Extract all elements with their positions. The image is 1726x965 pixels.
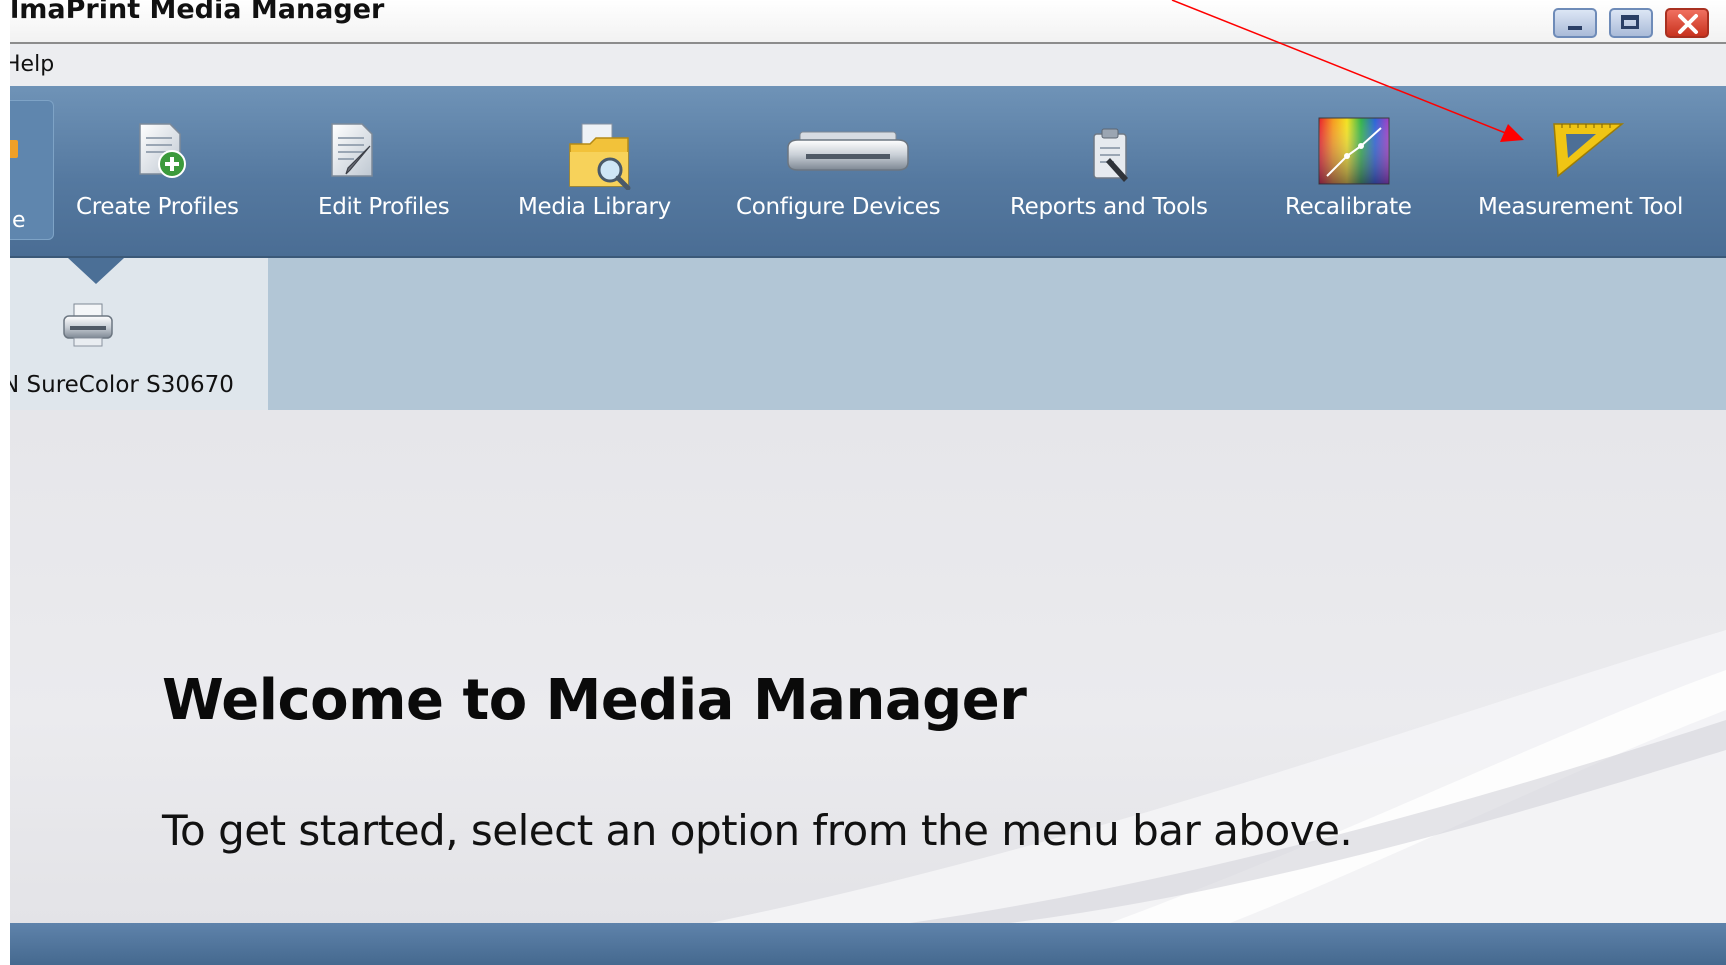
device-label: N SureColor S30670: [10, 372, 234, 398]
close-icon: [1678, 14, 1698, 34]
close-button[interactable]: [1665, 8, 1709, 38]
toolbar-configure-devices-label: Configure Devices: [736, 194, 941, 220]
toolbar-measurement-tool[interactable]: Measurement Tool: [1478, 86, 1700, 256]
welcome-subtitle: To get started, select an option from th…: [162, 806, 1353, 855]
toolbar-recalibrate[interactable]: Recalibrate: [1285, 86, 1423, 256]
toolbar-edit-profiles[interactable]: Edit Profiles: [318, 86, 464, 256]
color-chart-icon: [1318, 117, 1390, 185]
title-bar: lmaPrint Media Manager: [10, 0, 1726, 44]
printer-icon: [63, 303, 113, 347]
maximize-button[interactable]: [1609, 8, 1653, 38]
device-bar: N SureColor S30670: [10, 258, 1726, 410]
welcome-title: Welcome to Media Manager: [162, 668, 1027, 733]
toolbar-measurement-tool-label: Measurement Tool: [1478, 194, 1684, 220]
menu-bar: Help: [10, 44, 1726, 86]
create-profile-icon: [139, 123, 186, 178]
welcome-panel: Welcome to Media Manager To get started,…: [10, 410, 1726, 923]
home-icon: [10, 140, 18, 158]
toolbar-media-library-label: Media Library: [518, 194, 671, 220]
printer-icon: [787, 131, 909, 171]
media-library-icon: [569, 123, 631, 190]
selection-pointer: [68, 258, 124, 284]
minimize-button[interactable]: [1553, 8, 1597, 38]
toolbar-home-tab[interactable]: e: [10, 100, 54, 240]
toolbar-edit-profiles-label: Edit Profiles: [318, 194, 450, 220]
toolbar-media-library[interactable]: Media Library: [518, 86, 688, 256]
toolbar-recalibrate-label: Recalibrate: [1285, 194, 1412, 220]
clipboard-icon: [1093, 128, 1128, 182]
toolbar-reports-and-tools-label: Reports and Tools: [1010, 194, 1208, 220]
menu-help[interactable]: Help: [10, 52, 54, 77]
edit-profile-icon: [331, 123, 373, 177]
toolbar-configure-devices[interactable]: Configure Devices: [736, 86, 956, 256]
set-square-icon: [1553, 123, 1624, 178]
toolbar-create-profiles-label: Create Profiles: [76, 194, 239, 220]
status-bar: [10, 923, 1726, 965]
application-window: lmaPrint Media Manager Help e Create Pro…: [10, 0, 1726, 965]
home-tab-label: e: [12, 208, 26, 233]
device-tile[interactable]: N SureColor S30670: [10, 258, 268, 410]
main-toolbar: e Create Profiles Edit Profiles Media Li…: [10, 86, 1726, 258]
window-title: lmaPrint Media Manager: [10, 0, 385, 25]
toolbar-reports-and-tools[interactable]: Reports and Tools: [1010, 86, 1232, 256]
toolbar-create-profiles[interactable]: Create Profiles: [76, 86, 254, 256]
